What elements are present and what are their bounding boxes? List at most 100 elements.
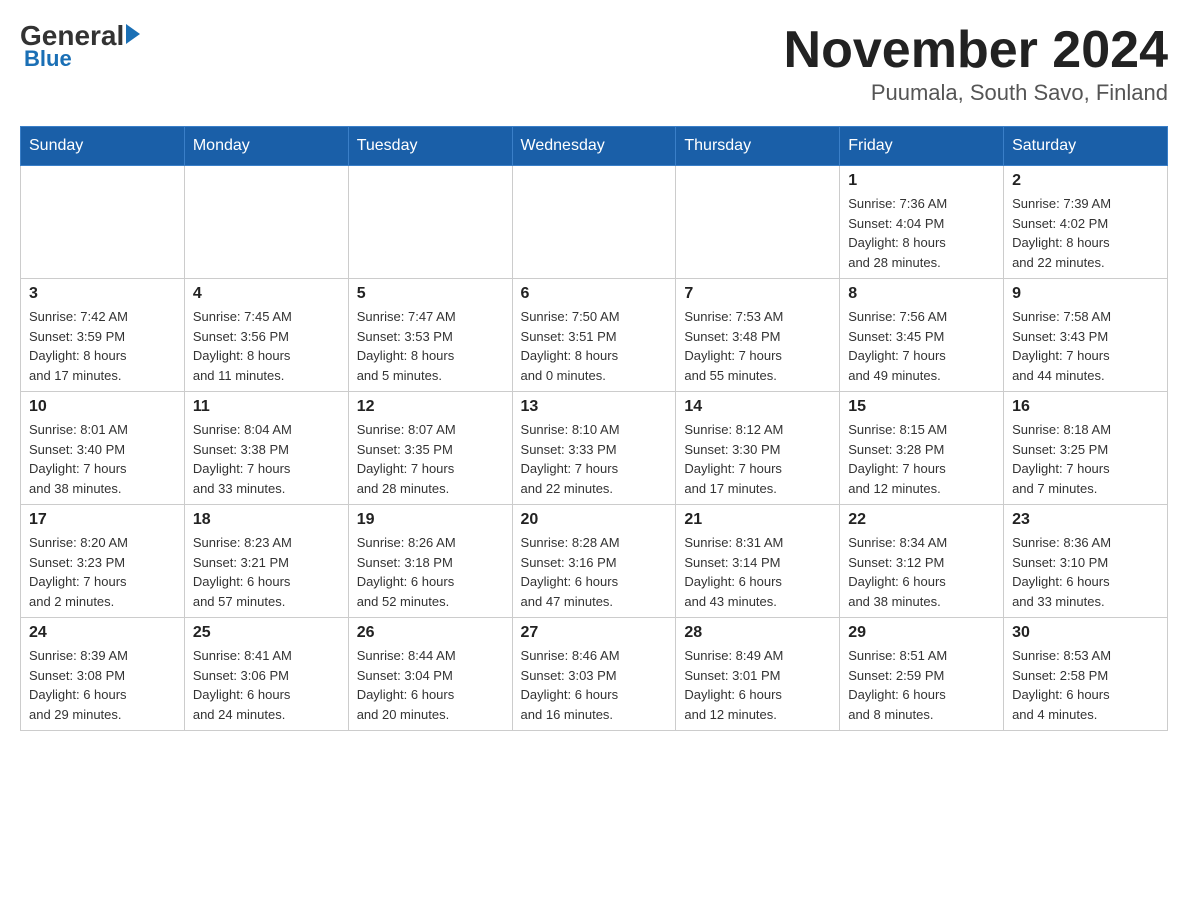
day-number: 2 — [1012, 172, 1159, 190]
day-number: 9 — [1012, 285, 1159, 303]
calendar-cell: 20 Sunrise: 8:28 AM Sunset: 3:16 PM Dayli… — [512, 505, 676, 618]
header-row: SundayMondayTuesdayWednesdayThursdayFrid… — [21, 127, 1168, 166]
calendar-cell: 6 Sunrise: 7:50 AM Sunset: 3:51 PM Daylig… — [512, 279, 676, 392]
day-number: 19 — [357, 511, 504, 529]
calendar-table: SundayMondayTuesdayWednesdayThursdayFrid… — [20, 126, 1168, 731]
calendar-cell: 28Sunrise: 8:49 AM Sunset: 3:01 PM Dayli… — [676, 618, 840, 731]
calendar-cell: 29 Sunrise: 8:51 AM Sunset: 2:59 PM Dayli… — [840, 618, 1004, 731]
day-info: Sunrise: 8:36 AM Sunset: 3:10 PM Dayligh… — [1012, 533, 1159, 611]
day-number: 6 — [521, 285, 668, 303]
calendar-cell: 8 Sunrise: 7:56 AM Sunset: 3:45 PM Daylig… — [840, 279, 1004, 392]
day-info: Sunrise: 7:53 AM Sunset: 3:48 PM Dayligh… — [684, 307, 831, 385]
day-number: 10 — [29, 398, 176, 416]
day-number: 21 — [684, 511, 831, 529]
calendar-cell: 16 Sunrise: 8:18 AM Sunset: 3:25 PM Dayli… — [1004, 392, 1168, 505]
day-number: 1 — [848, 172, 995, 190]
calendar-header: SundayMondayTuesdayWednesdayThursdayFrid… — [21, 127, 1168, 166]
week-row-5: 24 Sunrise: 8:39 AM Sunset: 3:08 PM Dayli… — [21, 618, 1168, 731]
calendar-cell: 7 Sunrise: 7:53 AM Sunset: 3:48 PM Daylig… — [676, 279, 840, 392]
day-number: 24 — [29, 624, 176, 642]
day-number: 11 — [193, 398, 340, 416]
calendar-cell: 9 Sunrise: 7:58 AM Sunset: 3:43 PM Daylig… — [1004, 279, 1168, 392]
day-info: Sunrise: 7:45 AM Sunset: 3:56 PM Dayligh… — [193, 307, 340, 385]
header-cell-thursday: Thursday — [676, 127, 840, 166]
calendar-cell: 5Sunrise: 7:47 AM Sunset: 3:53 PM Daylig… — [348, 279, 512, 392]
day-info: Sunrise: 7:50 AM Sunset: 3:51 PM Dayligh… — [521, 307, 668, 385]
subtitle: Puumala, South Savo, Finland — [784, 80, 1168, 106]
day-info: Sunrise: 8:34 AM Sunset: 3:12 PM Dayligh… — [848, 533, 995, 611]
calendar-cell: 15 Sunrise: 8:15 AM Sunset: 3:28 PM Dayli… — [840, 392, 1004, 505]
day-info: Sunrise: 8:20 AM Sunset: 3:23 PM Dayligh… — [29, 533, 176, 611]
header-cell-tuesday: Tuesday — [348, 127, 512, 166]
calendar-cell: 14 Sunrise: 8:12 AM Sunset: 3:30 PM Dayli… — [676, 392, 840, 505]
day-info: Sunrise: 8:12 AM Sunset: 3:30 PM Dayligh… — [684, 420, 831, 498]
day-number: 26 — [357, 624, 504, 642]
calendar-cell: 4 Sunrise: 7:45 AM Sunset: 3:56 PM Daylig… — [184, 279, 348, 392]
day-number: 14 — [684, 398, 831, 416]
calendar-cell: 24 Sunrise: 8:39 AM Sunset: 3:08 PM Dayli… — [21, 618, 185, 731]
day-number: 25 — [193, 624, 340, 642]
calendar-cell: 21 Sunrise: 8:31 AM Sunset: 3:14 PM Dayli… — [676, 505, 840, 618]
day-number: 15 — [848, 398, 995, 416]
day-number: 4 — [193, 285, 340, 303]
day-number: 17 — [29, 511, 176, 529]
day-number: 7 — [684, 285, 831, 303]
day-info: Sunrise: 8:18 AM Sunset: 3:25 PM Dayligh… — [1012, 420, 1159, 498]
page-header: General Blue November 2024 Puumala, Sout… — [20, 20, 1168, 106]
header-cell-wednesday: Wednesday — [512, 127, 676, 166]
day-info: Sunrise: 8:51 AM Sunset: 2:59 PM Dayligh… — [848, 646, 995, 724]
day-info: Sunrise: 7:39 AM Sunset: 4:02 PM Dayligh… — [1012, 194, 1159, 272]
day-number: 30 — [1012, 624, 1159, 642]
calendar-cell: 25 Sunrise: 8:41 AM Sunset: 3:06 PM Dayli… — [184, 618, 348, 731]
calendar-cell: 30Sunrise: 8:53 AM Sunset: 2:58 PM Dayli… — [1004, 618, 1168, 731]
day-number: 18 — [193, 511, 340, 529]
header-cell-friday: Friday — [840, 127, 1004, 166]
day-number: 5 — [357, 285, 504, 303]
day-info: Sunrise: 8:26 AM Sunset: 3:18 PM Dayligh… — [357, 533, 504, 611]
calendar-cell: 1Sunrise: 7:36 AM Sunset: 4:04 PM Daylig… — [840, 166, 1004, 279]
day-number: 22 — [848, 511, 995, 529]
day-info: Sunrise: 8:01 AM Sunset: 3:40 PM Dayligh… — [29, 420, 176, 498]
calendar-cell — [348, 166, 512, 279]
day-info: Sunrise: 8:31 AM Sunset: 3:14 PM Dayligh… — [684, 533, 831, 611]
header-cell-sunday: Sunday — [21, 127, 185, 166]
day-number: 20 — [521, 511, 668, 529]
day-number: 3 — [29, 285, 176, 303]
day-info: Sunrise: 8:28 AM Sunset: 3:16 PM Dayligh… — [521, 533, 668, 611]
logo: General Blue — [20, 20, 140, 72]
day-info: Sunrise: 8:10 AM Sunset: 3:33 PM Dayligh… — [521, 420, 668, 498]
day-number: 29 — [848, 624, 995, 642]
day-info: Sunrise: 8:15 AM Sunset: 3:28 PM Dayligh… — [848, 420, 995, 498]
header-cell-monday: Monday — [184, 127, 348, 166]
calendar-cell: 19 Sunrise: 8:26 AM Sunset: 3:18 PM Dayli… — [348, 505, 512, 618]
week-row-3: 10 Sunrise: 8:01 AM Sunset: 3:40 PM Dayli… — [21, 392, 1168, 505]
week-row-4: 17 Sunrise: 8:20 AM Sunset: 3:23 PM Dayli… — [21, 505, 1168, 618]
calendar-cell: 12Sunrise: 8:07 AM Sunset: 3:35 PM Dayli… — [348, 392, 512, 505]
day-info: Sunrise: 8:41 AM Sunset: 3:06 PM Dayligh… — [193, 646, 340, 724]
day-info: Sunrise: 7:42 AM Sunset: 3:59 PM Dayligh… — [29, 307, 176, 385]
day-info: Sunrise: 7:58 AM Sunset: 3:43 PM Dayligh… — [1012, 307, 1159, 385]
calendar-cell: 2 Sunrise: 7:39 AM Sunset: 4:02 PM Daylig… — [1004, 166, 1168, 279]
day-info: Sunrise: 8:23 AM Sunset: 3:21 PM Dayligh… — [193, 533, 340, 611]
calendar-cell — [512, 166, 676, 279]
main-title: November 2024 — [784, 20, 1168, 80]
day-number: 13 — [521, 398, 668, 416]
calendar-cell: 23 Sunrise: 8:36 AM Sunset: 3:10 PM Dayli… — [1004, 505, 1168, 618]
day-info: Sunrise: 8:44 AM Sunset: 3:04 PM Dayligh… — [357, 646, 504, 724]
day-info: Sunrise: 7:56 AM Sunset: 3:45 PM Dayligh… — [848, 307, 995, 385]
header-cell-saturday: Saturday — [1004, 127, 1168, 166]
day-info: Sunrise: 8:46 AM Sunset: 3:03 PM Dayligh… — [521, 646, 668, 724]
calendar-cell: 27 Sunrise: 8:46 AM Sunset: 3:03 PM Dayli… — [512, 618, 676, 731]
day-number: 23 — [1012, 511, 1159, 529]
day-number: 16 — [1012, 398, 1159, 416]
calendar-cell: 26 Sunrise: 8:44 AM Sunset: 3:04 PM Dayli… — [348, 618, 512, 731]
calendar-cell: 22 Sunrise: 8:34 AM Sunset: 3:12 PM Dayli… — [840, 505, 1004, 618]
day-number: 28 — [684, 624, 831, 642]
day-number: 8 — [848, 285, 995, 303]
day-info: Sunrise: 8:39 AM Sunset: 3:08 PM Dayligh… — [29, 646, 176, 724]
day-info: Sunrise: 8:07 AM Sunset: 3:35 PM Dayligh… — [357, 420, 504, 498]
calendar-cell — [676, 166, 840, 279]
week-row-2: 3 Sunrise: 7:42 AM Sunset: 3:59 PM Daylig… — [21, 279, 1168, 392]
calendar-cell: 18 Sunrise: 8:23 AM Sunset: 3:21 PM Dayli… — [184, 505, 348, 618]
day-number: 27 — [521, 624, 668, 642]
